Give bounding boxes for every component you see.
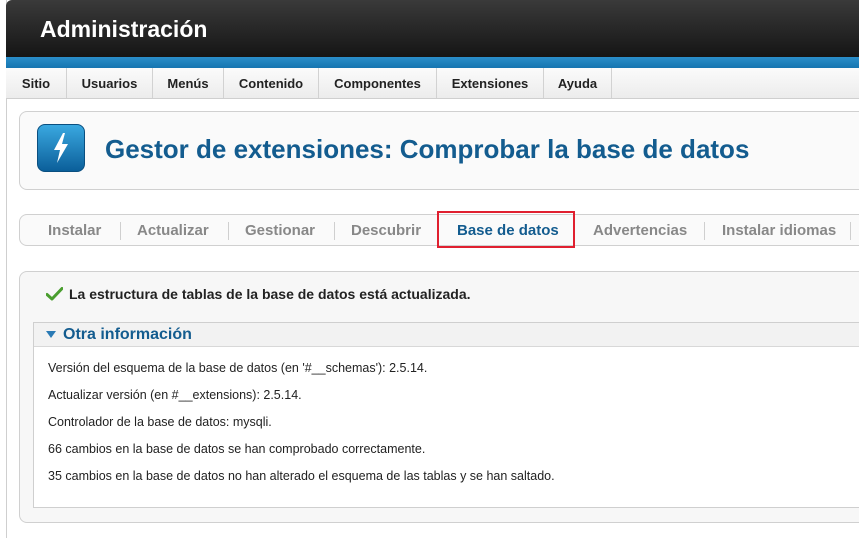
tab-gestionar[interactable]: Gestionar [245, 215, 315, 245]
menu-item-componentes[interactable]: Componentes [319, 68, 437, 98]
other-info-heading: Otra información [63, 325, 192, 343]
database-check-content: La estructura de tablas de la base de da… [19, 271, 859, 523]
tab-divider [120, 222, 121, 240]
other-info-body: Versión del esquema de la base de datos … [34, 347, 859, 490]
tab-divider [228, 222, 229, 240]
page-title: Gestor de extensiones: Comprobar la base… [105, 134, 750, 164]
admin-header: Administración [6, 0, 859, 57]
tab-divider [334, 222, 335, 240]
info-changes-checked: 66 cambios en la base de datos se han co… [48, 442, 426, 456]
info-update-version: Actualizar versión (en #__extensions): 2… [48, 388, 302, 402]
status-text: La estructura de tablas de la base de da… [69, 286, 471, 302]
info-schema-version: Versión del esquema de la base de datos … [48, 361, 428, 375]
checkmark-icon [46, 287, 63, 301]
active-tab-highlight [437, 211, 575, 248]
page-title-box: Gestor de extensiones: Comprobar la base… [19, 111, 859, 190]
app-title: Administración [40, 16, 208, 42]
tab-advertencias[interactable]: Advertencias [593, 215, 687, 245]
menu-item-sitio[interactable]: Sitio [6, 68, 67, 98]
tab-divider [850, 222, 851, 240]
tab-descubrir[interactable]: Descubrir [351, 215, 421, 245]
menu-item-usuarios[interactable]: Usuarios [67, 68, 153, 98]
tab-divider [704, 222, 705, 240]
menu-item-menus[interactable]: Menús [153, 68, 224, 98]
tab-instalar[interactable]: Instalar [48, 215, 101, 245]
menu-item-ayuda[interactable]: Ayuda [544, 68, 612, 98]
menu-item-extensiones[interactable]: Extensiones [437, 68, 544, 98]
tab-instalar-idiomas[interactable]: Instalar idiomas [722, 215, 836, 245]
info-db-driver: Controlador de la base de datos: mysqli. [48, 415, 272, 429]
other-info-toggle[interactable]: Otra información [34, 323, 859, 347]
info-changes-skipped: 35 cambios en la base de datos no han al… [48, 469, 555, 483]
menu-item-contenido[interactable]: Contenido [224, 68, 319, 98]
tab-actualizar[interactable]: Actualizar [137, 215, 209, 245]
status-message: La estructura de tablas de la base de da… [46, 286, 471, 302]
header-accent-strip [6, 57, 859, 68]
triangle-down-icon [46, 330, 56, 338]
other-info-panel: Otra información Versión del esquema de … [33, 322, 859, 508]
lightning-icon [37, 124, 85, 172]
main-menu: Sitio Usuarios Menús Contenido Component… [6, 68, 859, 99]
